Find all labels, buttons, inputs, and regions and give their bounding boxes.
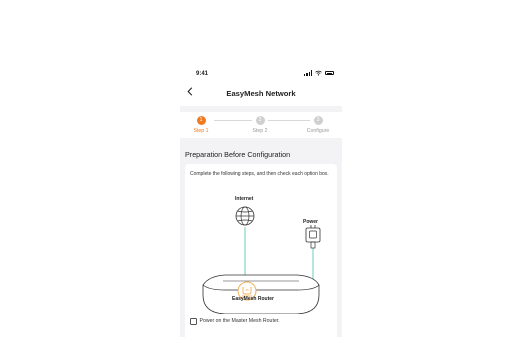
power-label: Power bbox=[303, 219, 319, 225]
section-title: Preparation Before Configuration bbox=[185, 150, 291, 159]
power-on-label: Power on the Master Mesh Router. bbox=[199, 318, 280, 325]
power-on-checkbox[interactable] bbox=[190, 318, 197, 325]
router-device bbox=[202, 274, 320, 314]
phone-screen: 9:41 EasyMesh Network 1 Step 1 2 Step 2 … bbox=[180, 66, 342, 337]
page-title: EasyMesh Network bbox=[226, 89, 296, 98]
step-1: 1 Step 1 bbox=[181, 116, 221, 134]
stepper: 1 Step 1 2 Step 2 3 Configure bbox=[180, 112, 342, 138]
status-time: 9:41 bbox=[196, 71, 209, 77]
wifi-icon bbox=[315, 70, 322, 76]
status-icons bbox=[304, 70, 334, 76]
step-1-indicator: 1 bbox=[196, 116, 206, 125]
power-on-checkbox-row[interactable]: Power on the Master Mesh Router. bbox=[190, 318, 280, 325]
internet-label: Internet bbox=[235, 196, 254, 202]
battery-icon bbox=[325, 70, 334, 76]
nav-bar: EasyMesh Network bbox=[180, 83, 342, 106]
step-1-label: Step 1 bbox=[193, 128, 209, 134]
router-label: EasyMesh Router bbox=[232, 296, 274, 302]
step-3-indicator: 3 bbox=[313, 116, 323, 125]
step-2: 2 Step 2 bbox=[240, 116, 280, 134]
globe-icon bbox=[235, 206, 255, 226]
status-bar: 9:41 bbox=[180, 66, 342, 83]
step-3: 3 Configure bbox=[298, 116, 338, 134]
connection-diagram bbox=[202, 206, 321, 314]
power-adapter-icon bbox=[305, 225, 321, 249]
step-2-indicator: 2 bbox=[255, 116, 265, 125]
preparation-card: Complete the following steps, and then c… bbox=[185, 164, 337, 337]
step-2-label: Step 2 bbox=[252, 128, 268, 134]
step-3-label: Configure bbox=[306, 128, 330, 134]
signal-icon bbox=[304, 70, 312, 76]
